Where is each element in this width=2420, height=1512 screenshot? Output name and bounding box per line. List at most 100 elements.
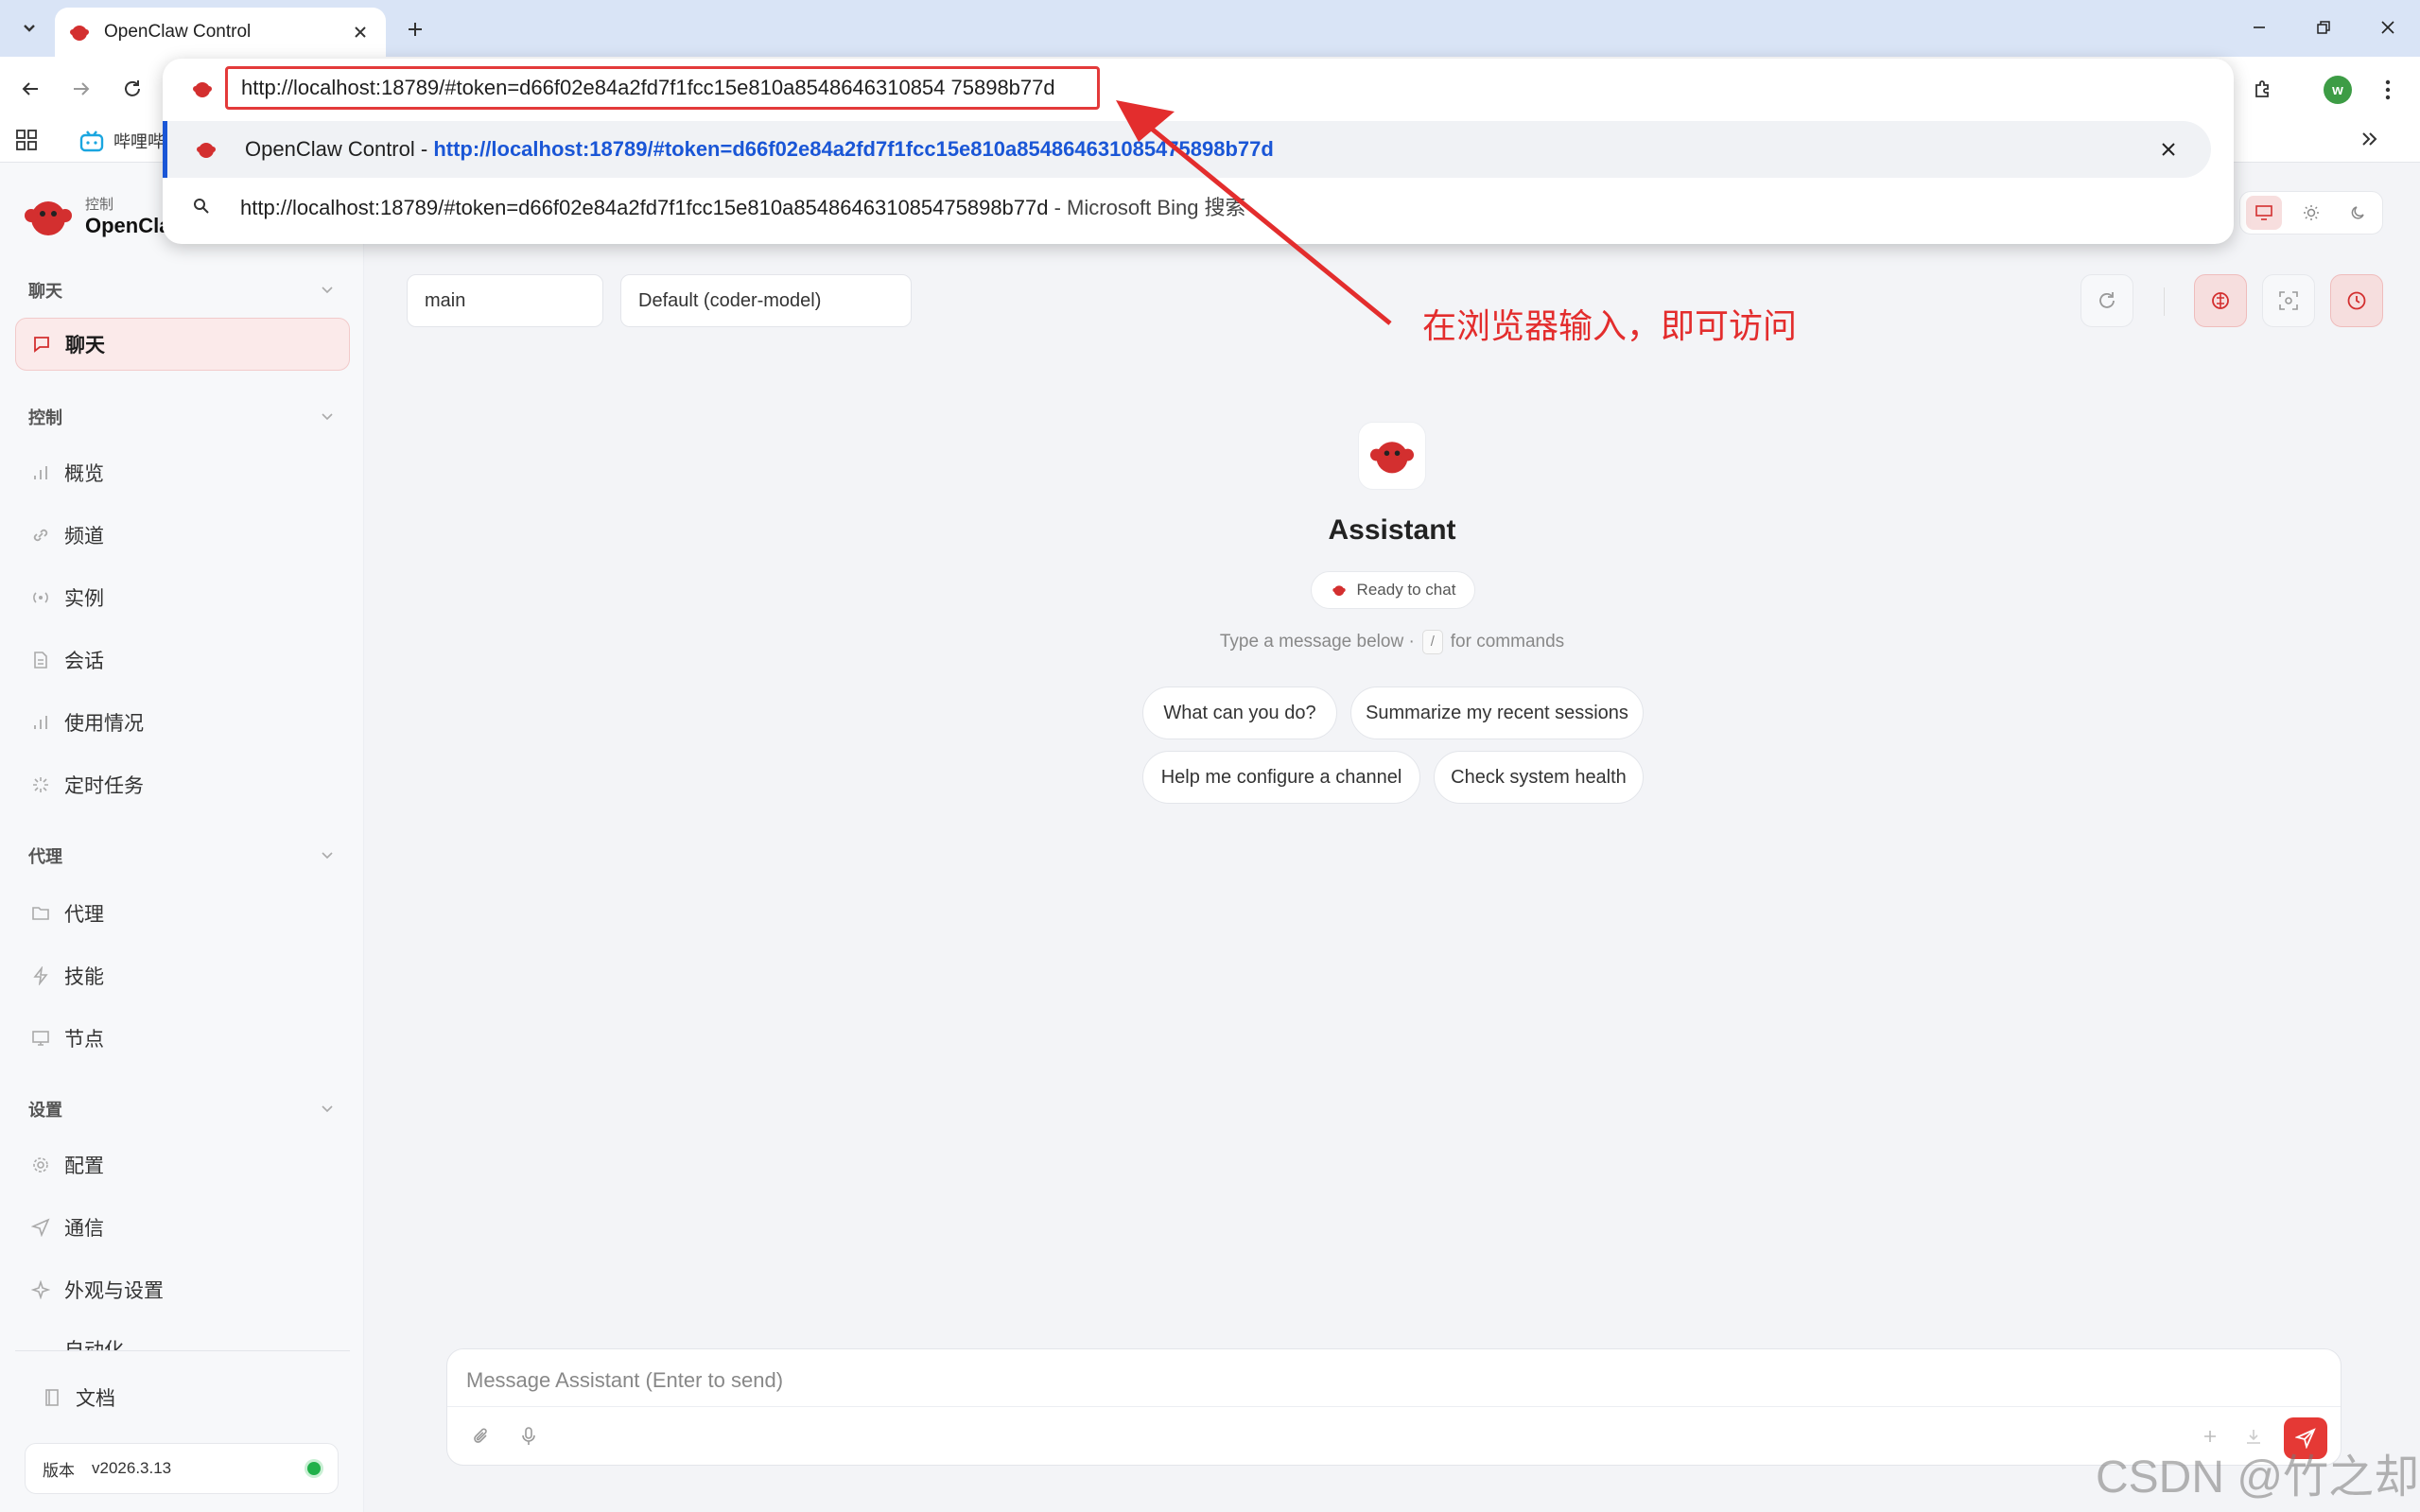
- bookmarks-overflow-icon[interactable]: [2359, 129, 2379, 149]
- reload-icon: [125, 80, 140, 96]
- sidebar-item-overview[interactable]: 概览: [15, 446, 350, 499]
- sidebar-item-chat[interactable]: 聊天: [15, 318, 350, 371]
- suggestion-chip[interactable]: What can you do?: [1142, 686, 1337, 739]
- address-input[interactable]: http://localhost:18789/#token=d66f02e84a…: [225, 66, 1100, 110]
- version-badge: 版本 v2026.3.13: [25, 1443, 339, 1494]
- sidebar-item-comms[interactable]: 通信: [15, 1201, 350, 1254]
- sidebar-item-docs[interactable]: 文档: [26, 1371, 339, 1424]
- section-chat[interactable]: 聊天: [28, 278, 62, 303]
- status-badge: Ready to chat: [1311, 571, 1475, 609]
- folder-icon: [30, 903, 51, 924]
- forward-button[interactable]: [64, 72, 98, 106]
- sidebar-item-sessions[interactable]: 会话: [15, 634, 350, 686]
- composer-divider: [447, 1406, 2341, 1407]
- bookmark-bilibili[interactable]: 哔哩哔: [79, 129, 165, 153]
- back-button[interactable]: [13, 72, 47, 106]
- monitor-icon: [30, 1028, 51, 1049]
- section-agent[interactable]: 代理: [28, 843, 62, 868]
- suggestion-chip[interactable]: Help me configure a channel: [1142, 751, 1420, 804]
- minimize-button[interactable]: [2236, 9, 2283, 45]
- suggestion-chip[interactable]: Check system health: [1434, 751, 1644, 804]
- browser-tab[interactable]: OpenClaw Control: [55, 8, 386, 57]
- remove-suggestion-icon[interactable]: [2154, 135, 2183, 164]
- document-icon: [30, 650, 51, 670]
- attach-icon[interactable]: [466, 1421, 496, 1451]
- openclaw-logo-icon: [1332, 585, 1346, 596]
- version-label: 版本: [43, 1461, 75, 1480]
- gear-icon: [30, 1155, 51, 1175]
- restore-button[interactable]: [2300, 9, 2347, 45]
- focus-button[interactable]: [2262, 274, 2315, 327]
- theme-dark-button[interactable]: [2341, 196, 2376, 230]
- sidebar-item-skills[interactable]: 技能: [15, 949, 350, 1002]
- chevron-down-icon: [322, 413, 333, 421]
- sidebar-item-nodes[interactable]: 节点: [15, 1012, 350, 1065]
- reload-button[interactable]: [115, 72, 149, 106]
- brand-subtitle: 控制: [85, 197, 114, 213]
- monitor-icon: [2255, 205, 2272, 220]
- watermark: CSDN @竹之却: [2096, 1452, 2420, 1503]
- link-icon: [30, 525, 51, 546]
- model-selector[interactable]: Default (coder-model): [620, 274, 912, 327]
- broadcast-icon: [30, 587, 51, 608]
- openclaw-logo-icon: [68, 21, 91, 43]
- chat-bubble-icon: [31, 334, 52, 355]
- refresh-icon: [2099, 292, 2115, 308]
- focus-icon: [2279, 291, 2298, 310]
- clock-icon: [2347, 291, 2366, 310]
- slash-key: /: [1421, 630, 1443, 654]
- section-control[interactable]: 控制: [28, 405, 62, 429]
- message-composer: Message Assistant (Enter to send): [446, 1348, 2342, 1466]
- sidebar-item-channels[interactable]: 频道: [15, 509, 350, 562]
- book-icon: [42, 1387, 62, 1408]
- chevron-down-icon: [322, 287, 333, 294]
- refresh-button[interactable]: [2081, 274, 2133, 327]
- moon-icon: [2351, 206, 2364, 219]
- apps-grid-icon[interactable]: [15, 129, 38, 151]
- session-selector[interactable]: main: [407, 274, 603, 327]
- sidebar-item-cron[interactable]: 定时任务: [15, 758, 350, 811]
- chevron-down-icon: [322, 1105, 333, 1113]
- close-icon: [2381, 21, 2394, 34]
- openclaw-logo-icon: [1370, 442, 1414, 474]
- kebab-menu-icon: [2385, 79, 2391, 100]
- tab-close-icon[interactable]: [348, 20, 373, 44]
- openclaw-logo-icon: [23, 193, 74, 240]
- sidebar-item-automation[interactable]: 自动化: [15, 1324, 350, 1350]
- browser-menu-button[interactable]: [2370, 72, 2406, 108]
- restore-icon: [2317, 21, 2330, 34]
- sidebar-item-agents[interactable]: 代理: [15, 887, 350, 940]
- version-value: v2026.3.13: [92, 1459, 172, 1477]
- minimize-icon: [2254, 26, 2265, 28]
- new-tab-button[interactable]: [399, 13, 431, 45]
- theme-system-button[interactable]: [2246, 196, 2282, 230]
- message-input[interactable]: Message Assistant (Enter to send): [466, 1368, 783, 1393]
- openclaw-favicon-icon: [191, 78, 214, 100]
- status-dot: [307, 1462, 321, 1475]
- plus-icon: [409, 23, 422, 36]
- sidebar-item-appearance[interactable]: 外观与设置: [15, 1263, 350, 1316]
- command-hint: Type a message below · / for commands: [1088, 630, 1697, 654]
- theme-light-button[interactable]: [2293, 196, 2329, 230]
- sidebar-item-config[interactable]: 配置: [15, 1138, 350, 1191]
- microphone-icon[interactable]: [514, 1421, 544, 1451]
- arrow-right-icon: [74, 82, 90, 96]
- brain-icon: [2212, 292, 2229, 309]
- close-window-button[interactable]: [2364, 9, 2411, 45]
- tab-title: OpenClaw Control: [104, 22, 252, 42]
- profile-avatar[interactable]: w: [2324, 76, 2352, 104]
- suggestion-chip[interactable]: Summarize my recent sessions: [1350, 686, 1644, 739]
- sidebar-item-instances[interactable]: 实例: [15, 571, 350, 624]
- openclaw-favicon-icon: [194, 137, 218, 162]
- tab-search-button[interactable]: [13, 12, 45, 43]
- chevron-down-icon: [24, 25, 35, 32]
- sun-icon: [2304, 205, 2319, 220]
- brain-toggle-button[interactable]: [2194, 274, 2247, 327]
- history-button[interactable]: [2330, 274, 2383, 327]
- section-settings[interactable]: 设置: [28, 1097, 62, 1121]
- send-icon: [30, 1217, 51, 1238]
- extensions-button[interactable]: [2245, 72, 2281, 108]
- toolbar-divider: [2164, 287, 2165, 316]
- sidebar-item-usage[interactable]: 使用情况: [15, 696, 350, 749]
- sidebar-divider: [15, 1350, 350, 1351]
